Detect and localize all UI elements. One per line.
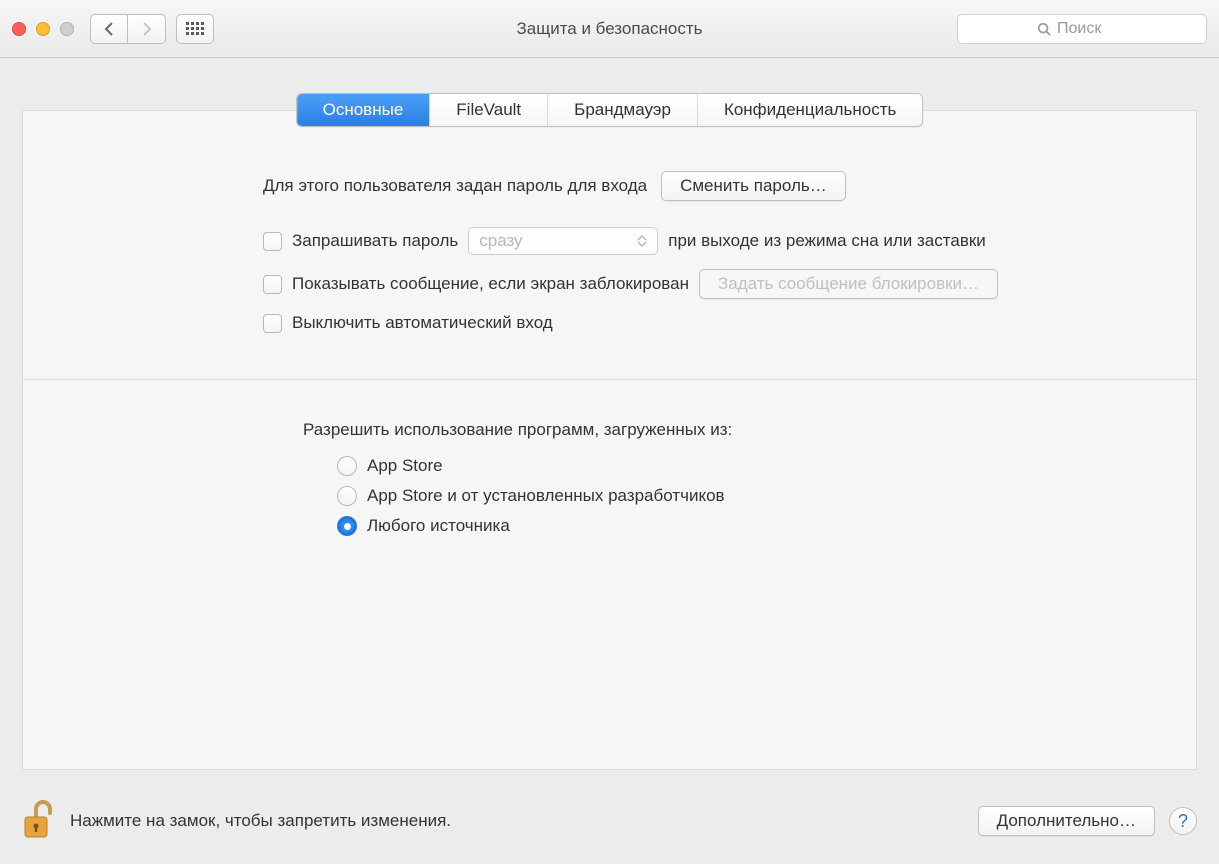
chevron-right-icon xyxy=(141,22,153,36)
radio-appstore[interactable] xyxy=(337,456,357,476)
require-password-label: Запрашивать пароль xyxy=(292,231,458,251)
main-panel: Основные FileVault Брандмауэр Конфиденци… xyxy=(22,110,1197,770)
radio-appstore-label: App Store xyxy=(367,456,443,476)
show-message-label: Показывать сообщение, если экран заблоки… xyxy=(292,274,689,294)
allow-apps-option-anywhere: Любого источника xyxy=(337,516,1156,536)
show-message-checkbox[interactable] xyxy=(263,275,282,294)
grid-icon xyxy=(186,22,204,35)
allow-apps-radio-group: App Store App Store и от установленных р… xyxy=(263,456,1156,536)
password-set-row: Для этого пользователя задан пароль для … xyxy=(263,171,1156,201)
radio-identified[interactable] xyxy=(337,486,357,506)
require-password-delay-value: сразу xyxy=(479,231,522,251)
close-window-button[interactable] xyxy=(12,22,26,36)
allow-apps-heading: Разрешить использование программ, загруж… xyxy=(263,420,1156,440)
show-message-row: Показывать сообщение, если экран заблоки… xyxy=(263,269,1156,299)
footer: Нажмите на замок, чтобы запретить измене… xyxy=(0,778,1219,864)
disable-auto-login-label: Выключить автоматический вход xyxy=(292,313,553,333)
content-area: Основные FileVault Брандмауэр Конфиденци… xyxy=(0,58,1219,778)
preferences-window: Защита и безопасность Основные FileVault… xyxy=(0,0,1219,864)
set-lock-message-button[interactable]: Задать сообщение блокировки… xyxy=(699,269,998,299)
advanced-button[interactable]: Дополнительно… xyxy=(978,806,1155,836)
require-password-suffix: при выходе из режима сна или заставки xyxy=(668,231,986,251)
allow-apps-section: Разрешить использование программ, загруж… xyxy=(63,420,1156,536)
disable-auto-login-checkbox[interactable] xyxy=(263,314,282,333)
search-field[interactable] xyxy=(957,14,1207,44)
radio-anywhere[interactable] xyxy=(337,516,357,536)
require-password-checkbox[interactable] xyxy=(263,232,282,251)
general-section: Для этого пользователя задан пароль для … xyxy=(63,171,1156,333)
tab-firewall[interactable]: Брандмауэр xyxy=(548,94,698,126)
show-all-button[interactable] xyxy=(176,14,214,44)
zoom-window-button[interactable] xyxy=(60,22,74,36)
tab-filevault[interactable]: FileVault xyxy=(430,94,548,126)
back-button[interactable] xyxy=(90,14,128,44)
select-stepper-icon xyxy=(637,235,647,247)
change-password-button[interactable]: Сменить пароль… xyxy=(661,171,846,201)
radio-anywhere-label: Любого источника xyxy=(367,516,510,536)
require-password-row: Запрашивать пароль сразу при выходе из р… xyxy=(263,227,1156,255)
lock-button[interactable] xyxy=(22,797,56,846)
titlebar: Защита и безопасность xyxy=(0,0,1219,58)
lock-open-icon xyxy=(22,797,56,841)
tab-general[interactable]: Основные xyxy=(297,94,431,126)
search-icon xyxy=(1037,22,1051,36)
tab-bar: Основные FileVault Брандмауэр Конфиденци… xyxy=(296,93,924,127)
lock-hint-text: Нажмите на замок, чтобы запретить измене… xyxy=(70,811,451,831)
radio-identified-label: App Store и от установленных разработчик… xyxy=(367,486,725,506)
allow-apps-option-appstore: App Store xyxy=(337,456,1156,476)
search-input[interactable] xyxy=(1057,20,1127,38)
tab-privacy[interactable]: Конфиденциальность xyxy=(698,94,922,126)
require-password-delay-select[interactable]: сразу xyxy=(468,227,658,255)
forward-button[interactable] xyxy=(128,14,166,44)
disable-auto-login-row: Выключить автоматический вход xyxy=(263,313,1156,333)
window-controls xyxy=(12,22,74,36)
chevron-left-icon xyxy=(103,22,115,36)
allow-apps-option-identified: App Store и от установленных разработчик… xyxy=(337,486,1156,506)
help-button[interactable]: ? xyxy=(1169,807,1197,835)
minimize-window-button[interactable] xyxy=(36,22,50,36)
section-divider xyxy=(23,379,1196,380)
nav-buttons xyxy=(90,14,166,44)
password-set-label: Для этого пользователя задан пароль для … xyxy=(263,176,647,196)
